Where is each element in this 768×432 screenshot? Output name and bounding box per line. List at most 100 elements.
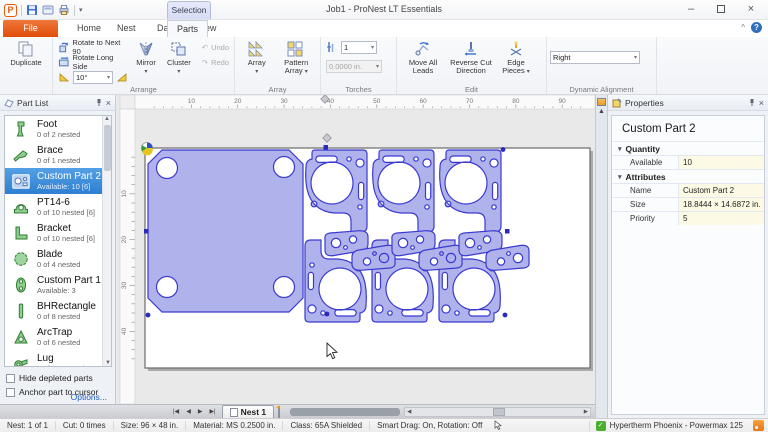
part-nested-count: Available: 10 [6] xyxy=(37,182,101,191)
part-list-item-arctrap[interactable]: ArcTrap0 of 6 nested xyxy=(5,324,104,350)
undo-button[interactable]: ↶Undo xyxy=(200,40,231,54)
property-value[interactable]: Custom Part 2 xyxy=(678,184,764,197)
part-list-item-foot[interactable]: Foot0 of 2 nested xyxy=(5,116,104,142)
svg-text:20: 20 xyxy=(121,236,128,244)
next-sheet-button[interactable]: ▶ xyxy=(195,406,206,418)
tab-file[interactable]: File xyxy=(3,20,58,37)
part-name: BHRectangle xyxy=(37,301,96,312)
close-panel-icon[interactable]: × xyxy=(106,98,111,108)
hide-depleted-checkbox[interactable] xyxy=(6,374,15,383)
torch-count-combo[interactable]: 1▾ xyxy=(341,41,377,54)
smart-drag-icon[interactable] xyxy=(493,420,505,431)
property-value[interactable]: 5 xyxy=(678,212,764,225)
nested-part-plate[interactable] xyxy=(148,150,303,312)
nest-drawing[interactable]: 102030405060708090 10203040 xyxy=(116,95,595,404)
pin-icon[interactable] xyxy=(748,98,756,107)
feed-icon[interactable] xyxy=(753,420,764,431)
part-list-item-pt14-6[interactable]: PT14-60 of 10 nested [6] xyxy=(5,194,104,220)
scroll-left-icon[interactable]: ◀ xyxy=(405,409,413,415)
close-button[interactable]: × xyxy=(736,0,766,18)
tab-parts-active[interactable]: Parts xyxy=(167,20,208,37)
reverse-cut-direction-button[interactable]: Reverse Cut Direction xyxy=(446,39,496,85)
rotate-right-icon[interactable] xyxy=(116,71,128,83)
part-list-scrollbar[interactable]: ▲▼ xyxy=(102,116,111,366)
edge-pieces-button[interactable]: Edge Pieces ▾ xyxy=(496,39,536,85)
part-list-item-brace[interactable]: Brace0 of 1 nested xyxy=(5,142,104,168)
minimize-button[interactable]: – xyxy=(676,0,706,18)
ribbon-spacer xyxy=(657,37,768,94)
tab-nest[interactable]: Nest xyxy=(108,20,145,37)
part-nested-count: Available: 3 xyxy=(37,286,101,295)
part-list-item-bhrectangle[interactable]: BHRectangle0 of 8 nested xyxy=(5,298,104,324)
collapse-chevron-icon[interactable]: ▾ xyxy=(618,173,622,181)
rotate-angle-row: 10°▾ xyxy=(56,70,130,84)
rotate-next-90-button[interactable]: Rotate to Next 90 xyxy=(56,40,130,54)
property-row-size: Size18.8444 × 14.6872 in. xyxy=(612,197,764,211)
part-list-item-custom-part-2[interactable]: Custom Part 2Available: 10 [6] xyxy=(5,168,104,194)
sheet-nav-buttons: |◀ ◀ ▶ ▶| xyxy=(170,406,219,418)
duplicate-icon xyxy=(17,41,35,57)
nest-sheet-tab[interactable]: Nest 1 xyxy=(222,405,275,418)
svg-text:20: 20 xyxy=(234,98,242,105)
property-value[interactable]: 10 xyxy=(678,156,764,169)
group-arrange: Rotate to Next 90 Rotate Long Side 10°▾ … xyxy=(53,37,235,94)
scrollbar-thumb[interactable] xyxy=(493,408,505,416)
pt14-6-icon xyxy=(9,197,33,217)
separator xyxy=(21,5,22,16)
property-value[interactable]: 18.8444 × 14.6872 in. xyxy=(678,198,764,211)
collapse-ribbon-icon[interactable]: ^ xyxy=(741,23,745,32)
new-sheet-button[interactable]: ✦ xyxy=(278,407,280,417)
dynamic-alignment-combo[interactable]: Right▾ xyxy=(550,51,640,64)
rotate-long-side-button[interactable]: Rotate Long Side xyxy=(56,55,130,69)
property-group-attributes[interactable]: ▾Attributes xyxy=(612,169,764,183)
pronest-app-window: P ▾ Selection Job1 - ProNest LT Essentia… xyxy=(0,0,768,432)
collapsed-panel-icon[interactable] xyxy=(597,98,606,106)
qat-customize-caret-icon[interactable]: ▾ xyxy=(79,6,83,14)
move-all-leads-button[interactable]: Move All Leads xyxy=(400,39,446,85)
collapse-chevron-icon[interactable]: ▾ xyxy=(618,145,622,153)
help-icon[interactable]: ? xyxy=(751,22,762,33)
anchor-cursor-checkbox[interactable] xyxy=(6,388,15,397)
rotate-left-icon[interactable] xyxy=(58,71,70,83)
status-segment: Class: 65A Shielded xyxy=(283,421,370,430)
first-sheet-button[interactable]: |◀ xyxy=(170,406,182,418)
duplicate-button[interactable]: Duplicate xyxy=(3,39,49,85)
print-icon[interactable] xyxy=(58,4,70,16)
tab-home[interactable]: Home xyxy=(68,20,110,37)
scroll-right-icon[interactable]: ▶ xyxy=(582,409,590,415)
property-row-available: Available10 xyxy=(612,155,764,169)
expand-up-icon[interactable]: ▲ xyxy=(596,108,607,115)
part-list-item-custom-part-1[interactable]: Custom Part 1Available: 3 xyxy=(5,272,104,298)
torch-spacing-combo[interactable]: 0.0000 in.▾ xyxy=(326,60,382,73)
horizontal-scrollbar[interactable]: ◀ ▶ xyxy=(404,407,591,417)
tab-splitter-handle[interactable] xyxy=(290,408,400,416)
property-label: Name xyxy=(612,184,678,197)
status-segment: Cut: 0 times xyxy=(56,421,114,430)
part-list-item-lug[interactable]: Lug0 of 10 nested xyxy=(5,350,104,367)
cluster-button[interactable]: Cluster▾ xyxy=(162,39,196,85)
print-preview-icon[interactable] xyxy=(42,4,54,16)
maximize-button[interactable] xyxy=(706,0,736,18)
selected-part-title: Custom Part 2 xyxy=(612,116,764,141)
close-panel-icon[interactable]: × xyxy=(759,98,764,108)
pin-icon[interactable] xyxy=(95,98,103,107)
redo-button[interactable]: ↷Redo xyxy=(200,55,231,69)
mirror-button[interactable]: Mirror▾ xyxy=(130,39,162,85)
part-name: Brace xyxy=(37,145,80,156)
save-icon[interactable] xyxy=(26,4,38,16)
rotate-long-icon xyxy=(58,56,69,68)
pronest-logo-icon[interactable]: P xyxy=(4,4,17,17)
edge-pieces-icon xyxy=(507,41,525,57)
nest-canvas-area[interactable]: 102030405060708090 10203040 xyxy=(116,95,595,404)
prev-sheet-button[interactable]: ◀ xyxy=(183,406,194,418)
machine-status[interactable]: ✓ Hypertherm Phoenix - Powermax 125 xyxy=(589,421,749,431)
part-list-item-bracket[interactable]: Bracket0 of 10 nested [6] xyxy=(5,220,104,246)
rotate-angle-combo[interactable]: 10°▾ xyxy=(73,71,113,84)
last-sheet-button[interactable]: ▶| xyxy=(206,406,218,418)
array-button[interactable]: Array▾ xyxy=(238,39,276,85)
pattern-array-button[interactable]: Pattern Array ▾ xyxy=(276,39,317,85)
part-list-item-blade[interactable]: Blade0 of 4 nested xyxy=(5,246,104,272)
property-group-quantity[interactable]: ▾Quantity xyxy=(612,141,764,155)
options-link[interactable]: Options... xyxy=(71,392,107,402)
svg-text:40: 40 xyxy=(121,327,128,335)
